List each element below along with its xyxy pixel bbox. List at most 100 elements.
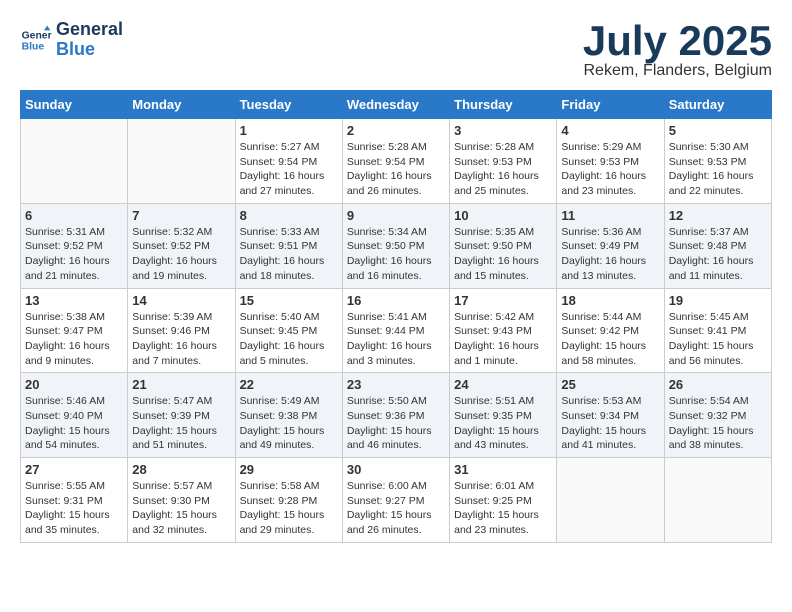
day-info: Sunrise: 5:57 AM Sunset: 9:30 PM Dayligh… [132, 479, 230, 538]
day-number: 18 [561, 293, 659, 308]
day-info: Sunrise: 5:44 AM Sunset: 9:42 PM Dayligh… [561, 310, 659, 369]
calendar-day-cell: 5 Sunrise: 5:30 AM Sunset: 9:53 PM Daylig… [664, 119, 771, 204]
day-info: Sunrise: 5:42 AM Sunset: 9:43 PM Dayligh… [454, 310, 552, 369]
day-info: Sunrise: 5:39 AM Sunset: 9:46 PM Dayligh… [132, 310, 230, 369]
day-info: Sunrise: 5:53 AM Sunset: 9:34 PM Dayligh… [561, 394, 659, 453]
day-number: 15 [240, 293, 338, 308]
calendar-day-cell: 27 Sunrise: 5:55 AM Sunset: 9:31 PM Dayli… [21, 458, 128, 543]
day-info: Sunrise: 5:37 AM Sunset: 9:48 PM Dayligh… [669, 225, 767, 284]
day-info: Sunrise: 5:36 AM Sunset: 9:49 PM Dayligh… [561, 225, 659, 284]
day-number: 2 [347, 123, 445, 138]
day-info: Sunrise: 5:50 AM Sunset: 9:36 PM Dayligh… [347, 394, 445, 453]
calendar-day-cell: 26Sunrise: 5:54 AM Sunset: 9:32 PM Dayli… [664, 373, 771, 458]
calendar-day-cell: 13 Sunrise: 5:38 AM Sunset: 9:47 PM Dayli… [21, 288, 128, 373]
calendar-day-cell: 11 Sunrise: 5:36 AM Sunset: 9:49 PM Dayli… [557, 203, 664, 288]
day-number: 8 [240, 208, 338, 223]
day-info: Sunrise: 5:27 AM Sunset: 9:54 PM Dayligh… [240, 140, 338, 199]
logo: General Blue General Blue [20, 20, 123, 60]
weekday-header: Thursday [450, 91, 557, 119]
day-info: Sunrise: 5:45 AM Sunset: 9:41 PM Dayligh… [669, 310, 767, 369]
day-info: Sunrise: 5:51 AM Sunset: 9:35 PM Dayligh… [454, 394, 552, 453]
day-number: 31 [454, 462, 552, 477]
day-number: 1 [240, 123, 338, 138]
day-info: Sunrise: 5:34 AM Sunset: 9:50 PM Dayligh… [347, 225, 445, 284]
day-number: 5 [669, 123, 767, 138]
day-number: 17 [454, 293, 552, 308]
weekday-header: Tuesday [235, 91, 342, 119]
day-info: Sunrise: 5:29 AM Sunset: 9:53 PM Dayligh… [561, 140, 659, 199]
calendar-day-cell: 31 Sunrise: 6:01 AM Sunset: 9:25 PM Dayli… [450, 458, 557, 543]
day-number: 3 [454, 123, 552, 138]
day-number: 25 [561, 377, 659, 392]
weekday-header: Friday [557, 91, 664, 119]
day-number: 19 [669, 293, 767, 308]
calendar-day-cell [21, 119, 128, 204]
calendar-day-cell: 19 Sunrise: 5:45 AM Sunset: 9:41 PM Dayli… [664, 288, 771, 373]
calendar-day-cell: 14Sunrise: 5:39 AM Sunset: 9:46 PM Dayli… [128, 288, 235, 373]
day-number: 16 [347, 293, 445, 308]
day-number: 7 [132, 208, 230, 223]
day-number: 10 [454, 208, 552, 223]
calendar-day-cell: 2 Sunrise: 5:28 AM Sunset: 9:54 PM Daylig… [342, 119, 449, 204]
calendar-week-row: 13 Sunrise: 5:38 AM Sunset: 9:47 PM Dayli… [21, 288, 772, 373]
calendar-table: SundayMondayTuesdayWednesdayThursdayFrid… [20, 90, 772, 543]
day-number: 20 [25, 377, 123, 392]
calendar-day-cell: 25 Sunrise: 5:53 AM Sunset: 9:34 PM Dayli… [557, 373, 664, 458]
page-header: General Blue General Blue July 2025 Reke… [20, 20, 772, 80]
calendar-day-cell: 22Sunrise: 5:49 AM Sunset: 9:38 PM Dayli… [235, 373, 342, 458]
day-number: 4 [561, 123, 659, 138]
calendar-day-cell: 29Sunrise: 5:58 AM Sunset: 9:28 PM Dayli… [235, 458, 342, 543]
day-number: 26 [669, 377, 767, 392]
day-number: 11 [561, 208, 659, 223]
day-info: Sunrise: 5:33 AM Sunset: 9:51 PM Dayligh… [240, 225, 338, 284]
day-number: 13 [25, 293, 123, 308]
svg-text:General: General [22, 30, 52, 41]
day-info: Sunrise: 5:30 AM Sunset: 9:53 PM Dayligh… [669, 140, 767, 199]
day-info: Sunrise: 5:38 AM Sunset: 9:47 PM Dayligh… [25, 310, 123, 369]
day-number: 29 [240, 462, 338, 477]
weekday-header: Wednesday [342, 91, 449, 119]
subtitle: Rekem, Flanders, Belgium [583, 62, 772, 80]
day-number: 9 [347, 208, 445, 223]
calendar-day-cell: 7Sunrise: 5:32 AM Sunset: 9:52 PM Daylig… [128, 203, 235, 288]
calendar-day-cell: 15 Sunrise: 5:40 AM Sunset: 9:45 PM Dayli… [235, 288, 342, 373]
day-info: Sunrise: 5:28 AM Sunset: 9:53 PM Dayligh… [454, 140, 552, 199]
day-number: 30 [347, 462, 445, 477]
calendar-week-row: 6Sunrise: 5:31 AM Sunset: 9:52 PM Daylig… [21, 203, 772, 288]
day-info: Sunrise: 5:31 AM Sunset: 9:52 PM Dayligh… [25, 225, 123, 284]
day-info: Sunrise: 6:01 AM Sunset: 9:25 PM Dayligh… [454, 479, 552, 538]
day-number: 27 [25, 462, 123, 477]
day-info: Sunrise: 5:49 AM Sunset: 9:38 PM Dayligh… [240, 394, 338, 453]
calendar-day-cell: 6Sunrise: 5:31 AM Sunset: 9:52 PM Daylig… [21, 203, 128, 288]
calendar-day-cell: 30 Sunrise: 6:00 AM Sunset: 9:27 PM Dayli… [342, 458, 449, 543]
day-info: Sunrise: 6:00 AM Sunset: 9:27 PM Dayligh… [347, 479, 445, 538]
calendar-day-cell: 1 Sunrise: 5:27 AM Sunset: 9:54 PM Daylig… [235, 119, 342, 204]
title-block: July 2025 Rekem, Flanders, Belgium [583, 20, 772, 80]
calendar-day-cell [664, 458, 771, 543]
calendar-day-cell: 3 Sunrise: 5:28 AM Sunset: 9:53 PM Daylig… [450, 119, 557, 204]
day-info: Sunrise: 5:35 AM Sunset: 9:50 PM Dayligh… [454, 225, 552, 284]
day-info: Sunrise: 5:28 AM Sunset: 9:54 PM Dayligh… [347, 140, 445, 199]
logo-text: General Blue [56, 20, 123, 60]
calendar-day-cell: 8 Sunrise: 5:33 AM Sunset: 9:51 PM Daylig… [235, 203, 342, 288]
weekday-header: Monday [128, 91, 235, 119]
calendar-day-cell [557, 458, 664, 543]
calendar-day-cell: 16 Sunrise: 5:41 AM Sunset: 9:44 PM Dayli… [342, 288, 449, 373]
day-info: Sunrise: 5:55 AM Sunset: 9:31 PM Dayligh… [25, 479, 123, 538]
day-info: Sunrise: 5:46 AM Sunset: 9:40 PM Dayligh… [25, 394, 123, 453]
calendar-week-row: 20 Sunrise: 5:46 AM Sunset: 9:40 PM Dayli… [21, 373, 772, 458]
day-number: 24 [454, 377, 552, 392]
calendar-day-cell: 20 Sunrise: 5:46 AM Sunset: 9:40 PM Dayli… [21, 373, 128, 458]
day-info: Sunrise: 5:41 AM Sunset: 9:44 PM Dayligh… [347, 310, 445, 369]
calendar-day-cell: 24 Sunrise: 5:51 AM Sunset: 9:35 PM Dayli… [450, 373, 557, 458]
day-number: 28 [132, 462, 230, 477]
weekday-header: Saturday [664, 91, 771, 119]
day-info: Sunrise: 5:47 AM Sunset: 9:39 PM Dayligh… [132, 394, 230, 453]
day-number: 12 [669, 208, 767, 223]
day-info: Sunrise: 5:40 AM Sunset: 9:45 PM Dayligh… [240, 310, 338, 369]
calendar-week-row: 1 Sunrise: 5:27 AM Sunset: 9:54 PM Daylig… [21, 119, 772, 204]
month-title: July 2025 [583, 20, 772, 62]
calendar-day-cell: 12 Sunrise: 5:37 AM Sunset: 9:48 PM Dayli… [664, 203, 771, 288]
calendar-day-cell: 9 Sunrise: 5:34 AM Sunset: 9:50 PM Daylig… [342, 203, 449, 288]
calendar-day-cell: 4 Sunrise: 5:29 AM Sunset: 9:53 PM Daylig… [557, 119, 664, 204]
